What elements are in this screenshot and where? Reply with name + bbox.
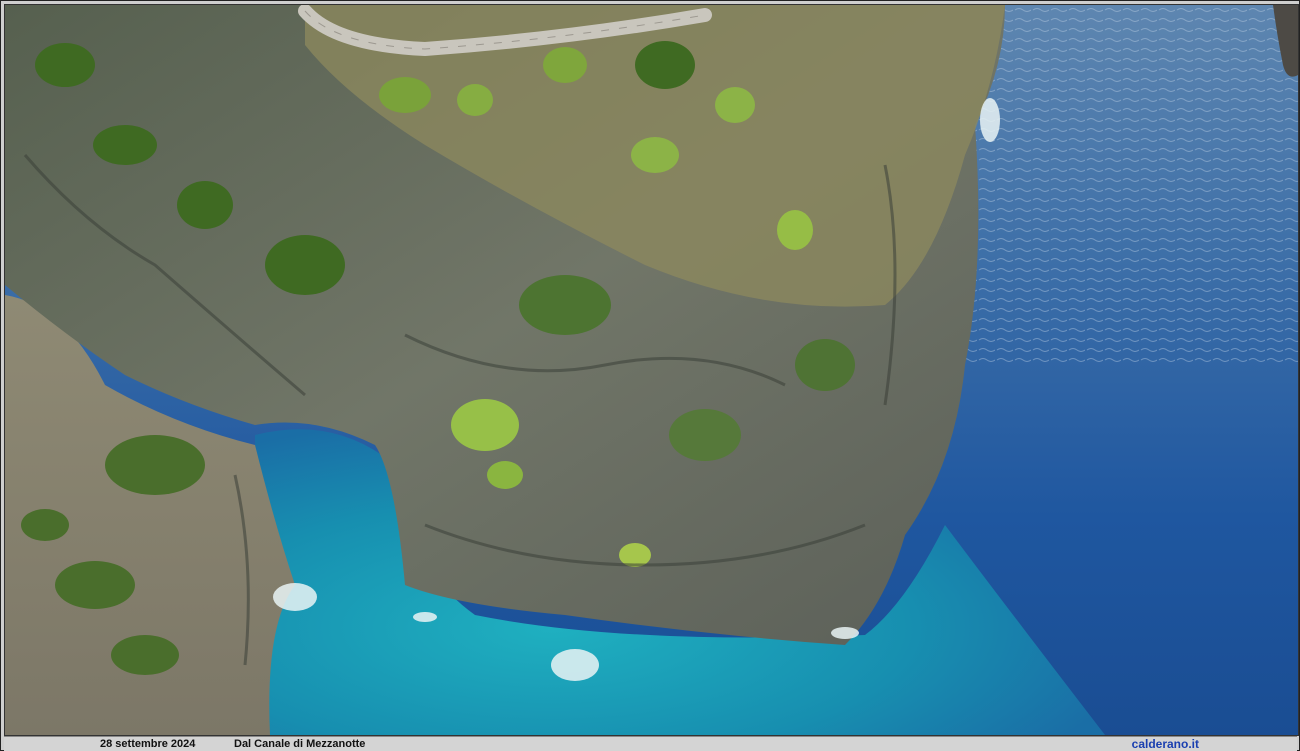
aerial-photo: [4, 4, 1299, 736]
photo-illustration: [5, 5, 1298, 735]
caption-bar: 28 settembre 2024 Dal Canale di Mezzanot…: [4, 736, 1297, 751]
caption-date: 28 settembre 2024: [100, 738, 196, 750]
window-frame: 28 settembre 2024 Dal Canale di Mezzanot…: [0, 0, 1300, 751]
caption-place: Dal Canale di Mezzanotte: [234, 738, 366, 750]
caption-site-link[interactable]: calderano.it: [1132, 737, 1199, 751]
